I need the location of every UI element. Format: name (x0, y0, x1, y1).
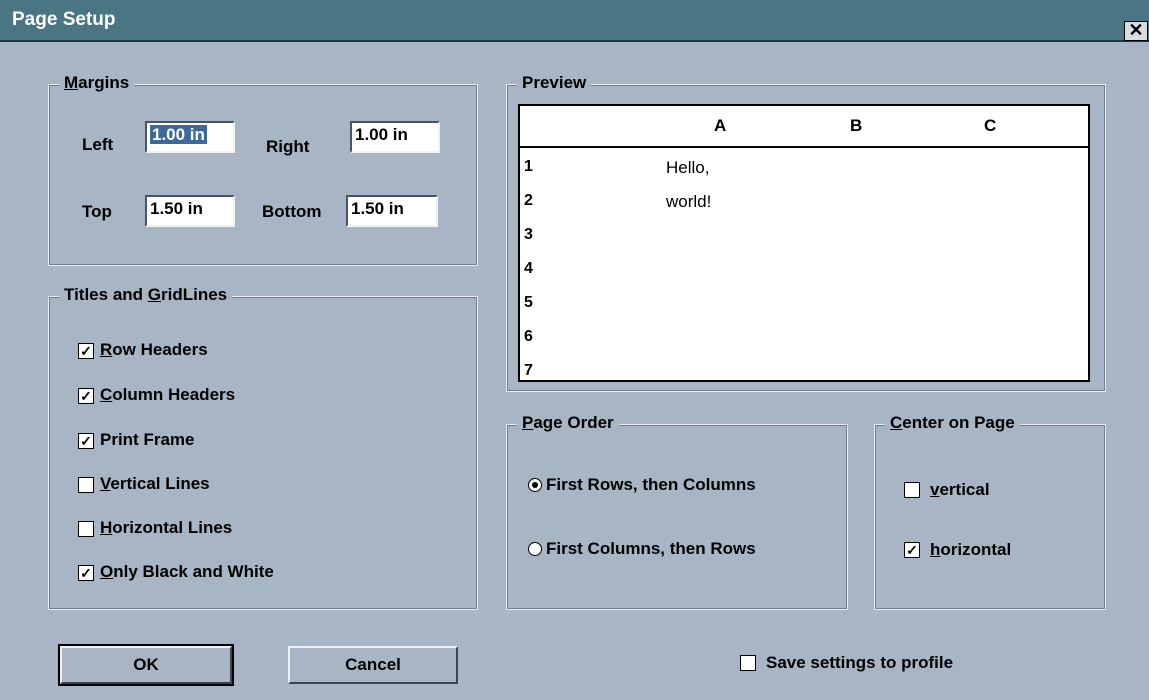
row-header-5: 5 (524, 294, 533, 311)
vertical-checkbox[interactable] (904, 482, 920, 498)
radio-selected-dot (532, 482, 538, 488)
horizontal-checkbox[interactable]: ✓ (904, 542, 920, 558)
check-icon: ✓ (80, 388, 92, 404)
gridlines-option-checkbox[interactable]: ✓ (78, 388, 94, 404)
cell-a1: Hello, (666, 158, 710, 177)
close-button[interactable]: ✕ (1124, 21, 1148, 41)
bottom-margin-label: Bottom (262, 202, 322, 221)
gridlines-option-label[interactable]: Column Headers (100, 385, 235, 405)
page-order-legend: Page Order (517, 413, 619, 433)
right-margin-label: Right (266, 137, 310, 156)
row-header-6: 6 (524, 328, 533, 345)
row-header-2: 2 (524, 192, 533, 209)
row-header-7: 7 (524, 362, 533, 379)
margins-group: Margins (48, 73, 478, 266)
check-icon: ✓ (906, 542, 918, 558)
titles-gridlines-legend: Titles and GridLines (59, 285, 233, 305)
gridlines-option-label[interactable]: Horizontal Lines (100, 518, 232, 538)
close-icon: ✕ (1128, 20, 1144, 40)
save-settings-checkbox[interactable] (740, 655, 756, 671)
margins-legend: Margins (59, 73, 135, 93)
top-margin-input[interactable]: 1.50 in (145, 195, 235, 227)
preview-pane: A B C 1 2 3 4 5 6 7 Hello, world! (518, 104, 1090, 382)
check-icon: ✓ (80, 565, 92, 581)
horizontal-label[interactable]: horizontal (930, 540, 1011, 560)
radio-columns-then-rows[interactable] (528, 542, 542, 556)
gridlines-option-checkbox[interactable] (78, 477, 94, 493)
center-on-page-legend: Center on Page (885, 413, 1020, 433)
gridlines-option-label[interactable]: Print Frame (100, 430, 194, 450)
row-header-3: 3 (524, 226, 533, 243)
page-order-group: Page Order (506, 413, 848, 610)
top-margin-label: Top (82, 202, 112, 221)
gridlines-option-checkbox[interactable]: ✓ (78, 433, 94, 449)
title-bar[interactable]: Page Setup ✕ (0, 0, 1149, 42)
row-header-4: 4 (524, 260, 533, 277)
gridlines-option-label[interactable]: Only Black and White (100, 562, 274, 582)
dialog-title: Page Setup (12, 9, 116, 30)
page-setup-dialog: Page Setup ✕ Margins Left 1.00 in Right … (0, 0, 1149, 700)
preview-column-header-row: A B C (520, 106, 1088, 148)
gridlines-option-label[interactable]: Vertical Lines (100, 474, 210, 494)
preview-legend: Preview (517, 73, 592, 93)
radio-rows-then-columns[interactable] (528, 478, 542, 492)
gridlines-option-checkbox[interactable] (78, 521, 94, 537)
row-header-1: 1 (524, 158, 533, 175)
gridlines-option-checkbox[interactable]: ✓ (78, 565, 94, 581)
column-header-b: B (850, 116, 863, 135)
right-margin-input[interactable]: 1.00 in (350, 121, 440, 153)
gridlines-option-label[interactable]: Row Headers (100, 340, 208, 360)
left-margin-label: Left (82, 135, 114, 154)
column-header-a: A (714, 116, 727, 135)
cancel-button[interactable]: Cancel (288, 646, 458, 684)
save-settings-label[interactable]: Save settings to profile (766, 653, 953, 673)
columns-then-rows-label[interactable]: First Columns, then Rows (546, 539, 756, 559)
check-icon: ✓ (80, 343, 92, 359)
gridlines-option-checkbox[interactable]: ✓ (78, 343, 94, 359)
rows-then-columns-label[interactable]: First Rows, then Columns (546, 475, 756, 495)
column-header-c: C (984, 116, 997, 135)
cell-a2: world! (666, 192, 712, 211)
bottom-margin-input[interactable]: 1.50 in (346, 195, 438, 227)
check-icon: ✓ (80, 433, 92, 449)
left-margin-input[interactable]: 1.00 in (145, 121, 235, 153)
center-on-page-group: Center on Page (874, 413, 1106, 610)
vertical-label[interactable]: vertical (930, 480, 990, 500)
ok-button[interactable]: OK (58, 644, 234, 686)
